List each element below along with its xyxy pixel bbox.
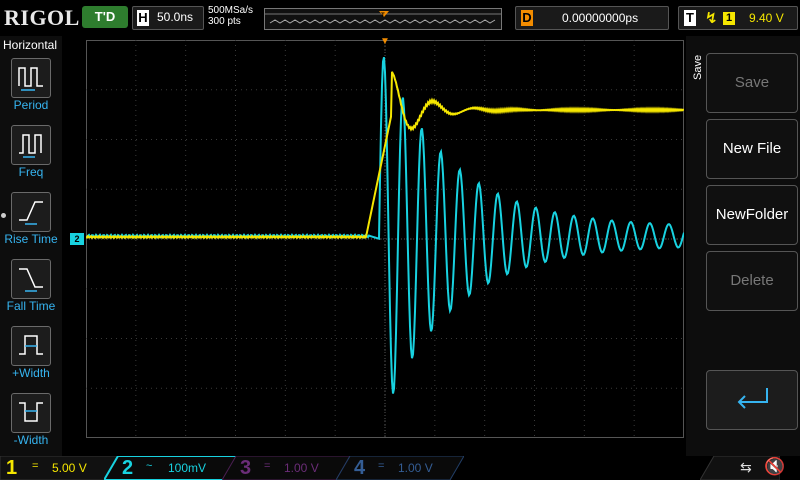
usb-icon: ⇆	[740, 459, 752, 475]
channel1-coupling: =	[32, 460, 39, 472]
measure-period[interactable]: Period	[0, 58, 62, 120]
acquisition-info: 500MSa/s 300 pts	[208, 5, 253, 27]
horizontal-label: H	[137, 10, 149, 26]
sample-rate: 500MSa/s	[208, 5, 254, 16]
delay-label: D	[521, 10, 533, 26]
speaker-muted-icon[interactable]: 🔇	[764, 457, 785, 477]
new-folder-button[interactable]: NewFolder	[706, 185, 798, 245]
rising-edge-icon: ↯	[705, 10, 718, 27]
channel1-scale: 5.00 V	[52, 461, 87, 475]
delete-button[interactable]: Delete	[706, 251, 798, 311]
left-menu-title: Horizontal	[3, 38, 58, 52]
top-status-bar: RIGOL T'D H 50.0ns 500MSa/s 300 pts T D …	[0, 0, 800, 36]
trigger-label: T	[684, 10, 696, 26]
channel2-box[interactable]: 2 ~ 100mV	[104, 456, 238, 480]
menu-selection-dot	[1, 213, 6, 218]
graticule	[86, 40, 684, 438]
horizontal-measure-menu: Horizontal Period Freq Rise Time Fall Ti…	[0, 36, 62, 456]
trigger-level: 9.40 V	[749, 11, 784, 25]
positive-width-icon	[11, 326, 51, 366]
channel3-number: 3	[240, 457, 252, 479]
channel-status-bar: 1 = 5.00 V 2 ~ 100mV 3 = 1.00 V 4 = 1.00…	[0, 456, 800, 480]
period-icon	[11, 58, 51, 98]
channel4-box[interactable]: 4 = 1.00 V	[336, 456, 464, 480]
trigger-source: 1	[723, 12, 735, 25]
rigol-logo: RIGOL	[4, 5, 80, 30]
measure-negative-width[interactable]: -Width	[0, 393, 62, 455]
trigger-position-marker: ▼	[380, 36, 390, 47]
measure-fall-time[interactable]: Fall Time	[0, 259, 62, 321]
channel2-number: 2	[122, 457, 134, 479]
frequency-icon	[11, 125, 51, 165]
measure-label: Rise Time	[4, 232, 58, 246]
rise-time-icon	[11, 192, 51, 232]
measure-positive-width[interactable]: +Width	[0, 326, 62, 388]
channel1-box[interactable]: 1 = 5.00 V	[0, 456, 118, 480]
delay-value: 0.00000000ps	[562, 11, 639, 25]
channel1-number: 1	[6, 457, 18, 479]
measure-label: Freq	[18, 165, 44, 179]
trigger-box[interactable]: T ↯ 1 9.40 V	[678, 6, 798, 30]
measure-frequency[interactable]: Freq	[0, 125, 62, 187]
save-menu: Save Save New File NewFolder Delete	[686, 36, 800, 456]
new-file-button[interactable]: New File	[706, 119, 798, 179]
measure-label: +Width	[12, 366, 50, 380]
save-button[interactable]: Save	[706, 53, 798, 113]
measure-label: -Width	[13, 433, 49, 447]
memory-points: 300 pts	[208, 16, 241, 27]
waveform-display[interactable]	[86, 40, 684, 438]
enter-icon	[737, 388, 768, 409]
memory-overview-strip: T	[264, 8, 502, 30]
enter-button[interactable]	[706, 370, 798, 430]
channel2-scale: 100mV	[168, 461, 207, 475]
timebase-box[interactable]: H 50.0ns	[132, 6, 204, 30]
timebase-value: 50.0ns	[157, 10, 194, 24]
negative-width-icon	[11, 393, 51, 433]
run-status-badge[interactable]: T'D	[82, 6, 128, 28]
measure-rise-time[interactable]: Rise Time	[0, 192, 62, 254]
delay-box[interactable]: D 0.00000000ps	[515, 6, 669, 30]
fall-time-icon	[11, 259, 51, 299]
measure-label: Fall Time	[6, 299, 56, 313]
channel3-coupling: =	[264, 460, 271, 472]
channel3-box[interactable]: 3 = 1.00 V	[222, 456, 350, 480]
channel4-number: 4	[354, 457, 366, 479]
svg-text:T: T	[381, 13, 385, 19]
channel4-scale: 1.00 V	[398, 461, 433, 475]
channel4-coupling: =	[378, 460, 385, 472]
memory-overview-waveform: T	[265, 11, 501, 24]
right-menu-title: Save	[692, 54, 704, 80]
channel2-offset-marker[interactable]: 2	[70, 233, 84, 245]
measure-label: Period	[13, 98, 49, 112]
channel3-scale: 1.00 V	[284, 461, 319, 475]
channel2-coupling: ~	[146, 460, 153, 472]
